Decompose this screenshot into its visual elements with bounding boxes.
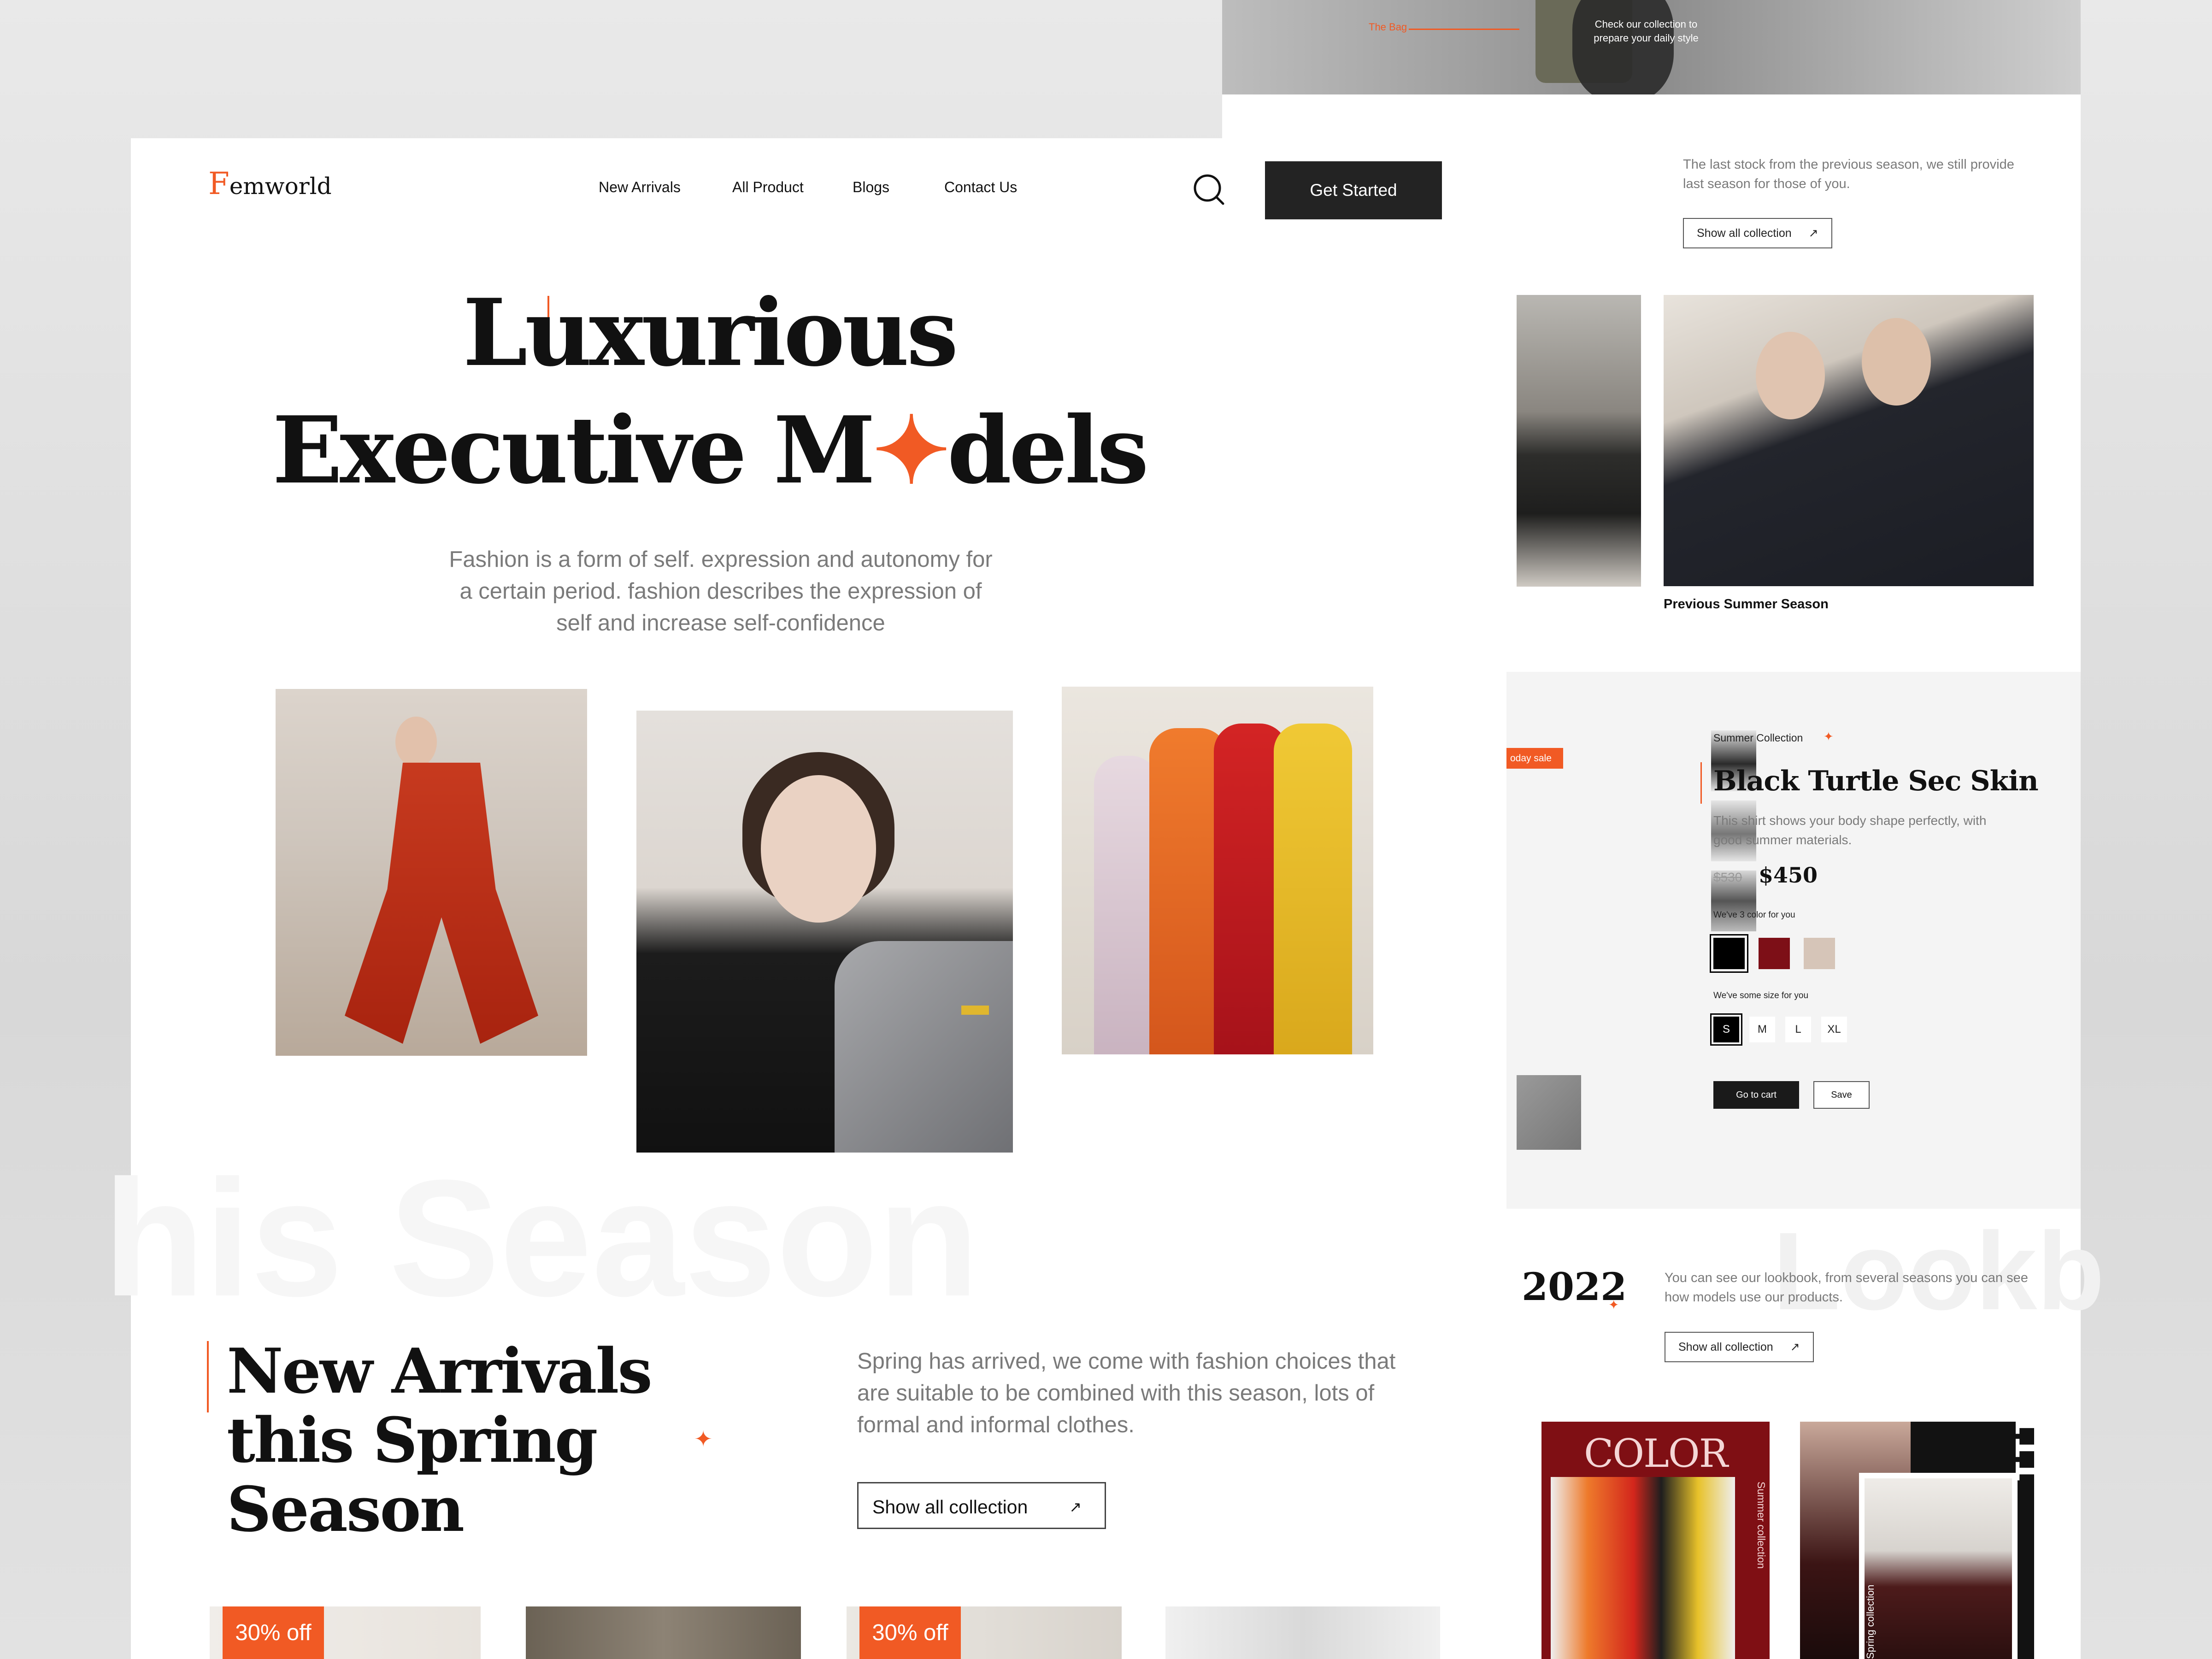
headline-line-2: Executive M✦dels [131, 396, 1288, 505]
product-card[interactable]: 30% off [210, 1606, 481, 1659]
model-face [1756, 332, 1825, 419]
logo[interactable]: Femworld [208, 166, 332, 201]
model-photo-inset: Spring collection [1859, 1473, 2018, 1659]
button-label: Show all collection [872, 1496, 1028, 1518]
headline-line-1: Luxurious [463, 279, 958, 387]
button-label: Show all collection [1678, 1341, 1773, 1353]
go-to-cart-button[interactable]: Go to cart [1713, 1081, 1799, 1109]
product-description: This shirt shows your body shape perfect… [1713, 813, 1987, 847]
product-title: Black Turtle Sec Skin [1713, 765, 2039, 797]
card-side-label: Summer collection [1755, 1482, 1767, 1569]
nav-contact-us[interactable]: Contact Us [944, 179, 1017, 196]
size-option[interactable]: S [1710, 1013, 1742, 1046]
sparkle-icon: ✦ [694, 1427, 713, 1452]
season-ghost-text: his Season [103, 1146, 979, 1331]
lookbook-card-spring[interactable]: Spring collection m [1800, 1422, 2034, 1659]
product-card[interactable] [1165, 1606, 1440, 1659]
logo-initial: F [208, 166, 229, 201]
model-face [1862, 318, 1931, 406]
size-option[interactable]: XL [1821, 1017, 1847, 1042]
gray-cushion [835, 941, 1013, 1153]
hero-description: Fashion is a form of self. expression an… [449, 547, 993, 635]
front-page: Femworld New Arrivals All Product Blogs … [103, 138, 1442, 1659]
show-all-collection-button[interactable]: Show all collection ↗ [1665, 1332, 1814, 1362]
size-option[interactable]: L [1785, 1017, 1811, 1042]
bag-hero-banner: The Bag Check our collection to prepare … [1222, 0, 2081, 94]
show-all-collection-button[interactable]: Show all collection ↗ [1683, 218, 1832, 248]
headline-part: dels [947, 396, 1149, 505]
black-blazer-model-photo[interactable] [636, 711, 1013, 1153]
accent-bar [1700, 762, 1702, 804]
sparkle-icon: ✦ [872, 396, 950, 505]
hero-label-line [1409, 29, 1519, 30]
lookbook-card-summer[interactable]: COLOR BURN Summer collection [1541, 1422, 1770, 1659]
save-button[interactable]: Save [1813, 1081, 1870, 1109]
discount-badge: 30% off [859, 1606, 961, 1659]
nav-new-arrivals[interactable]: New Arrivals [599, 179, 681, 196]
previous-season-photo[interactable] [1664, 295, 2034, 586]
color-label: We've 3 color for you [1713, 910, 1795, 920]
arrow-up-right-icon: ↗ [1790, 1341, 1800, 1353]
new-arrivals-description: Spring has arrived, we come with fashion… [857, 1349, 1396, 1437]
logo-text: emworld [229, 173, 332, 200]
four-models-photo[interactable] [1062, 687, 1373, 1054]
model-yellow-suit [1274, 724, 1352, 1054]
arrow-up-right-icon: ↗ [1069, 1499, 1082, 1515]
size-label: We've some size for you [1713, 991, 1809, 1000]
red-suit-model-photo[interactable] [276, 689, 587, 1056]
sparkle-icon: ✦ [1824, 729, 1834, 743]
price: $450 [1759, 863, 1818, 888]
sale-tag: oday sale [1506, 748, 1563, 769]
hero-label: The Bag [1369, 21, 1407, 33]
color-swatch-black[interactable] [1710, 934, 1748, 973]
model-face [761, 775, 876, 923]
headline-part: Executive M [272, 396, 876, 505]
new-arrivals-title: New Arrivals this Spring Season [227, 1335, 653, 1546]
card-big-letter: m [1998, 1422, 2034, 1483]
color-swatch-maroon[interactable] [1759, 938, 1790, 969]
sparkle-icon: ✦ [1608, 1298, 1619, 1312]
sleeve-stripe [961, 1006, 989, 1015]
hero-caption: Check our collection to prepare your dai… [1594, 18, 1699, 44]
collection-label: Summer Collection [1713, 732, 1803, 744]
model-figure [1572, 0, 1674, 94]
get-started-button[interactable]: Get Started [1265, 161, 1442, 219]
discount-badge: 30% off [223, 1606, 324, 1659]
button-label: Show all collection [1697, 227, 1792, 240]
nav-all-product[interactable]: All Product [732, 179, 804, 196]
arrow-up-right-icon: ↗ [1808, 227, 1818, 240]
size-option[interactable]: M [1749, 1017, 1775, 1042]
model-face [395, 717, 437, 767]
model-lilac-suit [1094, 756, 1159, 1054]
accent-bar [207, 1341, 209, 1412]
previous-season-caption[interactable]: Previous Summer Season [1664, 597, 1829, 612]
product-card[interactable]: 30% off [847, 1606, 1122, 1659]
nav-blogs[interactable]: Blogs [853, 179, 889, 196]
stock-description: The last stock from the previous season,… [1683, 157, 2014, 191]
product-card[interactable] [526, 1606, 801, 1659]
show-all-collection-button[interactable]: Show all collection ↗ [857, 1482, 1106, 1529]
lookbook-description: You can see our lookbook, from several s… [1665, 1271, 2028, 1305]
product-image-fragment [1517, 1075, 1581, 1150]
search-icon[interactable] [1194, 174, 1224, 205]
old-price: $530 [1713, 870, 1742, 884]
leather-jacket-photo[interactable] [1517, 295, 1641, 587]
product-section [1506, 672, 2081, 1209]
red-suit [345, 763, 538, 1044]
color-swatch-beige[interactable] [1804, 938, 1835, 969]
models-photo [1551, 1477, 1735, 1659]
card-side-label: Spring collection [1865, 1584, 1876, 1659]
